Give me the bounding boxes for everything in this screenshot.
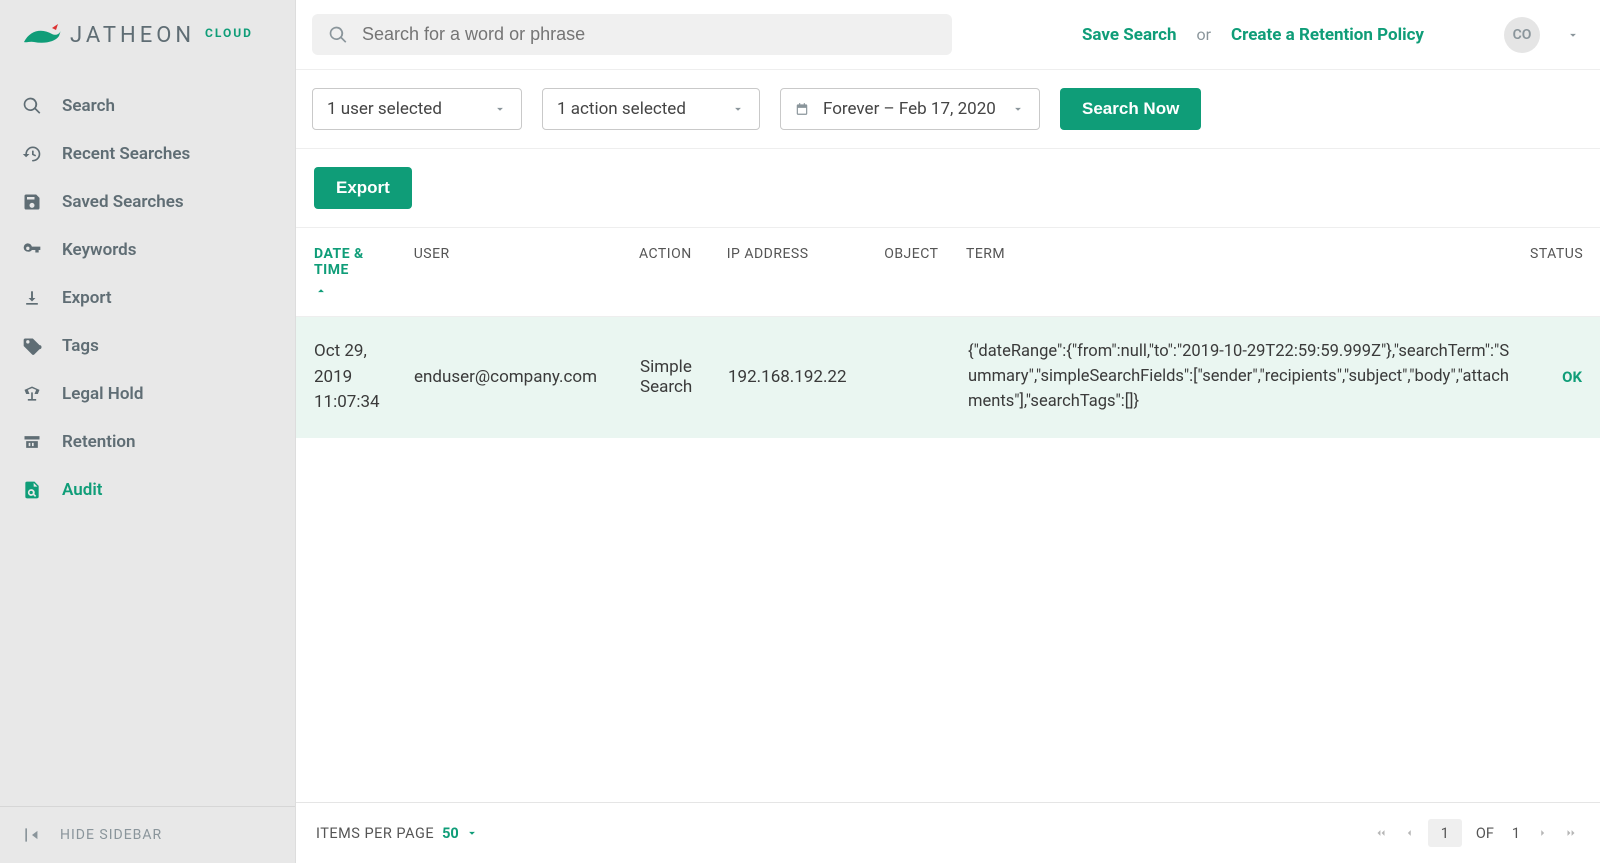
sidebar-item-label: Retention	[62, 432, 136, 452]
collapse-icon	[22, 825, 42, 845]
column-date-time[interactable]: DATE & TIME	[306, 246, 406, 298]
sidebar-item-label: Saved Searches	[62, 192, 184, 212]
calendar-icon	[795, 102, 809, 116]
action-filter-dropdown[interactable]: 1 action selected	[542, 88, 760, 130]
items-per-page-value[interactable]: 50	[442, 825, 459, 842]
sidebar-item-label: Audit	[62, 480, 102, 500]
sidebar-item-keywords[interactable]: Keywords	[0, 226, 295, 274]
tag-icon	[22, 336, 44, 356]
chevron-down-icon	[493, 102, 507, 116]
download-icon	[22, 288, 44, 308]
or-text: or	[1197, 25, 1212, 44]
search-input[interactable]	[362, 24, 936, 45]
main-content: Save Search or Create a Retention Policy…	[296, 0, 1600, 863]
sidebar-item-recent-searches[interactable]: Recent Searches	[0, 130, 295, 178]
cell-action: Simple Search	[632, 357, 720, 397]
user-filter-value: 1 user selected	[327, 99, 442, 119]
page-number-input[interactable]: 1	[1428, 819, 1462, 847]
key-icon	[22, 240, 44, 260]
column-action[interactable]: ACTION	[631, 246, 719, 298]
last-page-icon[interactable]	[1562, 826, 1580, 840]
items-per-page-label: ITEMS PER PAGE	[316, 825, 434, 842]
sidebar: JATHEON CLOUD Search Recent Searches Sav…	[0, 0, 296, 863]
chevron-down-icon	[1011, 102, 1025, 116]
sidebar-item-label: Export	[62, 288, 112, 308]
date-filter-value: Forever – Feb 17, 2020	[823, 99, 996, 119]
prev-page-icon[interactable]	[1400, 826, 1418, 840]
sidebar-item-legal-hold[interactable]: Legal Hold	[0, 370, 295, 418]
page-controls: 1 OF 1	[1372, 819, 1580, 847]
user-filter-dropdown[interactable]: 1 user selected	[312, 88, 522, 130]
create-retention-policy-link[interactable]: Create a Retention Policy	[1231, 25, 1424, 45]
sidebar-item-label: Keywords	[62, 240, 136, 260]
sidebar-item-tags[interactable]: Tags	[0, 322, 295, 370]
cell-status: OK	[1526, 368, 1590, 386]
cell-date: Oct 29, 2019 11:07:34	[306, 339, 406, 416]
cell-term: {"dateRange":{"from":null,"to":"2019-10-…	[960, 340, 1526, 414]
sort-asc-icon	[314, 284, 328, 298]
search-icon	[22, 96, 44, 116]
hide-sidebar-label: HIDE SIDEBAR	[60, 827, 162, 843]
filter-bar: 1 user selected 1 action selected Foreve…	[296, 70, 1600, 149]
brand-suffix: CLOUD	[205, 26, 253, 40]
sidebar-nav: Search Recent Searches Saved Searches Ke…	[0, 78, 295, 806]
column-status[interactable]: STATUS	[1522, 246, 1590, 298]
table-row[interactable]: Oct 29, 2019 11:07:34 enduser@company.co…	[296, 317, 1600, 438]
audit-table: DATE & TIME USER ACTION IP ADDRESS OBJEC…	[296, 228, 1600, 802]
sidebar-item-label: Search	[62, 96, 115, 116]
action-filter-value: 1 action selected	[557, 99, 686, 119]
page-total: 1	[1512, 825, 1520, 842]
chevron-down-icon	[731, 102, 745, 116]
history-icon	[22, 144, 44, 164]
column-ip-address[interactable]: IP ADDRESS	[719, 246, 877, 298]
pagination-bar: ITEMS PER PAGE 50 1 OF 1	[296, 802, 1600, 863]
cell-user: enduser@company.com	[406, 367, 632, 387]
table-header: DATE & TIME USER ACTION IP ADDRESS OBJEC…	[296, 228, 1600, 317]
export-bar: Export	[296, 149, 1600, 228]
sidebar-item-label: Tags	[62, 336, 99, 356]
next-page-icon[interactable]	[1534, 826, 1552, 840]
column-user[interactable]: USER	[406, 246, 631, 298]
hide-sidebar-button[interactable]: HIDE SIDEBAR	[0, 806, 295, 863]
save-search-link[interactable]: Save Search	[1082, 25, 1177, 45]
sidebar-item-search[interactable]: Search	[0, 82, 295, 130]
save-icon	[22, 192, 44, 212]
brand-name: JATHEON	[70, 23, 195, 48]
top-bar: Save Search or Create a Retention Policy…	[296, 0, 1600, 70]
sidebar-item-label: Legal Hold	[62, 384, 143, 404]
first-page-icon[interactable]	[1372, 826, 1390, 840]
global-search[interactable]	[312, 14, 952, 55]
user-avatar[interactable]: CO	[1504, 17, 1540, 53]
sidebar-item-export[interactable]: Export	[0, 274, 295, 322]
sidebar-item-audit[interactable]: Audit	[0, 466, 295, 514]
search-icon	[328, 25, 348, 45]
sidebar-item-label: Recent Searches	[62, 144, 190, 164]
audit-icon	[22, 480, 44, 500]
brand-logo: JATHEON CLOUD	[0, 0, 295, 78]
cell-ip: 192.168.192.22	[720, 367, 878, 387]
search-now-button[interactable]: Search Now	[1060, 88, 1201, 130]
column-object[interactable]: OBJECT	[876, 246, 958, 298]
sidebar-item-retention[interactable]: Retention	[0, 418, 295, 466]
retention-icon	[22, 432, 44, 452]
page-of-label: OF	[1476, 825, 1494, 842]
date-filter-dropdown[interactable]: Forever – Feb 17, 2020	[780, 88, 1040, 130]
column-term[interactable]: TERM	[958, 246, 1522, 298]
user-menu-toggle[interactable]	[1566, 28, 1580, 42]
scales-icon	[22, 384, 44, 404]
items-per-page-toggle[interactable]	[465, 826, 479, 840]
logo-icon	[22, 22, 62, 48]
sidebar-item-saved-searches[interactable]: Saved Searches	[0, 178, 295, 226]
export-button[interactable]: Export	[314, 167, 412, 209]
